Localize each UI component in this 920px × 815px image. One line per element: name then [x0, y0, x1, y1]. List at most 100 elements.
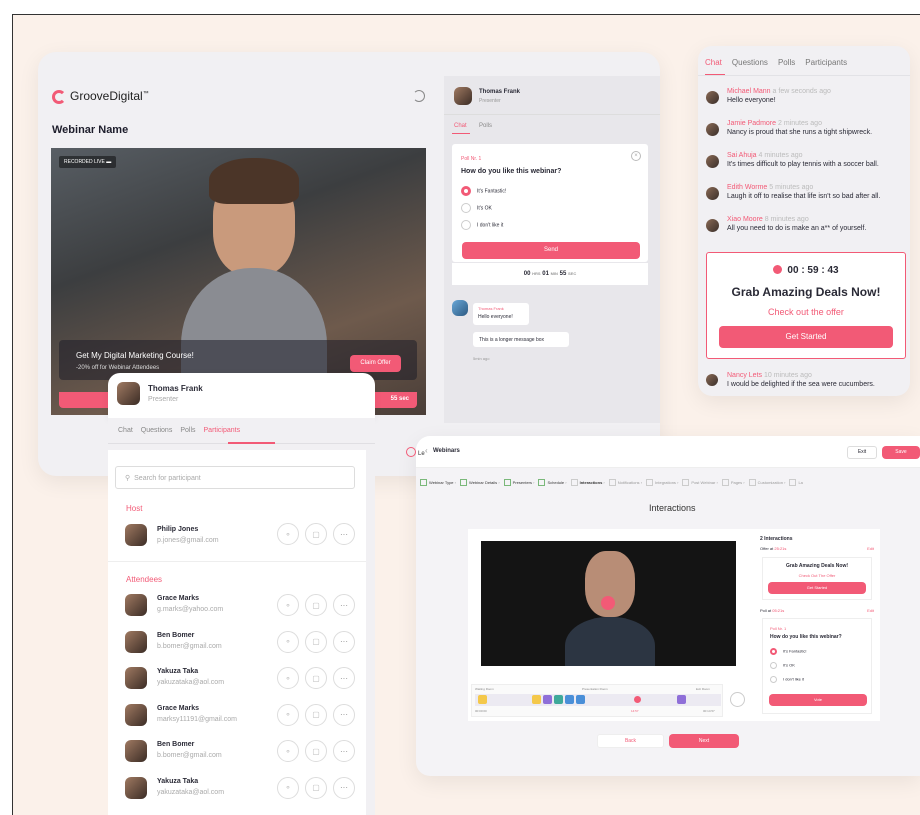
marker-icon[interactable] — [576, 695, 585, 704]
poll-close-icon[interactable]: × — [631, 151, 641, 161]
tab-participants[interactable]: Participants — [204, 427, 241, 434]
tab-chat[interactable]: Chat — [705, 58, 722, 67]
more-options-icon[interactable]: ··· — [333, 630, 355, 653]
camera-icon[interactable]: ▢ — [305, 667, 327, 689]
message-text: Laugh it off to realise that life isn't … — [727, 193, 881, 200]
webinar-title: Webinar Name — [52, 124, 129, 136]
deal-link[interactable]: Check out the offer — [707, 307, 905, 317]
tab-polls[interactable]: Polls — [180, 427, 195, 434]
attendees-label: Attendees — [126, 575, 163, 584]
poll-option-2[interactable]: It's OK — [770, 662, 795, 669]
poll-option-3[interactable]: I don't like it — [770, 676, 804, 683]
participant-email: g.marks@yahoo.com — [157, 606, 224, 613]
offer-link[interactable]: Check Out The Offer — [763, 573, 871, 578]
more-options-icon[interactable]: ··· — [333, 667, 355, 689]
camera-icon[interactable]: ▢ — [305, 594, 327, 616]
mic-icon[interactable]: ⚬ — [277, 667, 299, 689]
step-item[interactable]: Notifications › — [605, 479, 642, 486]
camera-icon[interactable]: ▢ — [305, 776, 327, 799]
camera-icon[interactable]: ▢ — [305, 523, 327, 545]
step-item[interactable]: Post Webinar › — [678, 479, 718, 486]
chat-sender: Thomas Frank — [478, 306, 504, 311]
tab-chat[interactable]: Chat — [454, 123, 467, 129]
poll-send-button[interactable]: Send — [462, 242, 640, 259]
step-item[interactable]: Schedule › — [534, 479, 567, 486]
step-item[interactable]: Interactions › — [567, 479, 605, 486]
tab-polls[interactable]: Polls — [778, 58, 795, 67]
presenter-avatar — [117, 382, 140, 405]
attendee-row: Grace Marks g.marks@yahoo.com ⚬ ▢ ··· — [125, 592, 365, 622]
more-options-icon[interactable]: ··· — [333, 776, 355, 799]
poll-option-1[interactable]: It's Fantastic! — [770, 648, 806, 655]
step-item[interactable]: Customization › — [745, 479, 785, 486]
theme-toggle-icon[interactable] — [413, 90, 425, 102]
radio-selected-icon — [770, 648, 777, 655]
mic-icon[interactable]: ⚬ — [277, 523, 299, 545]
mic-icon[interactable]: ⚬ — [277, 703, 299, 726]
avatar — [125, 630, 147, 653]
timeline-presentation-label: Presentation Room — [582, 687, 608, 691]
message-time: 2 minutes ago — [777, 120, 822, 127]
settings-icon[interactable] — [730, 692, 745, 707]
edit-poll-link[interactable]: Edit — [867, 608, 874, 613]
exit-button[interactable]: Exit — [847, 446, 877, 459]
poll-option-1[interactable]: It's Fantastic! — [461, 186, 506, 196]
leave-icon[interactable] — [406, 447, 416, 457]
marker-icon[interactable] — [554, 695, 563, 704]
marker-icon[interactable] — [478, 695, 487, 704]
more-options-icon[interactable]: ··· — [333, 594, 355, 616]
camera-icon[interactable]: ▢ — [305, 703, 327, 726]
step-item[interactable]: La — [785, 479, 803, 486]
back-button[interactable]: Back — [597, 734, 664, 748]
tab-chat[interactable]: Chat — [118, 427, 133, 434]
participant-email: b.bomer@gmail.com — [157, 642, 222, 650]
back-arrow-icon[interactable]: ‹ — [425, 446, 428, 455]
tab-participants[interactable]: Participants — [805, 58, 847, 67]
playhead-icon[interactable] — [634, 696, 641, 703]
more-options-icon[interactable]: ··· — [333, 740, 355, 762]
more-options-icon[interactable]: ··· — [333, 523, 355, 545]
marker-icon[interactable] — [532, 695, 541, 704]
video-preview[interactable] — [481, 541, 736, 666]
marker-icon[interactable] — [677, 695, 686, 704]
marker-icon[interactable] — [565, 695, 574, 704]
attendee-row: Yakuza Taka yakuzataka@aol.com ⚬ ▢ ··· — [125, 775, 365, 805]
next-button[interactable]: Next — [669, 734, 739, 748]
step-item[interactable]: Presenters › — [500, 479, 534, 486]
camera-icon[interactable]: ▢ — [305, 740, 327, 762]
step-item[interactable]: Integrations › — [642, 479, 678, 486]
tab-questions[interactable]: Questions — [732, 58, 768, 67]
avatar — [706, 155, 719, 168]
presenter-panel: Thomas Frank Presenter Chat Polls × Poll… — [444, 76, 660, 423]
step-item[interactable]: Webinar Details › — [456, 479, 500, 486]
marker-icon[interactable] — [543, 695, 552, 704]
more-options-icon[interactable]: ··· — [333, 703, 355, 726]
message-sender: Nancy Lets — [727, 372, 763, 379]
get-started-button[interactable]: Get Started — [719, 326, 893, 348]
participant-search-input[interactable]: ⚲ Search for participant — [115, 466, 355, 489]
webinars-link[interactable]: Webinars — [433, 448, 460, 454]
edit-offer-link[interactable]: Edit — [867, 546, 874, 551]
offer-get-started-button[interactable]: Get Started — [768, 582, 866, 594]
poll-option-2[interactable]: It's OK — [461, 203, 492, 213]
save-button[interactable]: Save — [882, 446, 920, 459]
step-item[interactable]: Webinar Type › — [416, 479, 456, 486]
mic-icon[interactable]: ⚬ — [277, 776, 299, 799]
mic-icon[interactable]: ⚬ — [277, 594, 299, 616]
poll-card: × Poll Nr. 1 How do you like this webina… — [452, 144, 648, 262]
mic-icon[interactable]: ⚬ — [277, 740, 299, 762]
step-box-icon — [748, 479, 756, 486]
camera-icon[interactable]: ▢ — [305, 630, 327, 653]
tab-questions[interactable]: Questions — [141, 427, 173, 434]
mic-icon[interactable]: ⚬ — [277, 630, 299, 653]
claim-offer-button[interactable]: Claim Offer — [350, 355, 401, 372]
tab-polls[interactable]: Polls — [479, 123, 492, 129]
poll-option-3[interactable]: I don't like it — [461, 220, 503, 230]
step-item[interactable]: Pages › — [718, 479, 745, 486]
timeline[interactable]: Waiting Room Presentation Room Exit Room… — [471, 684, 723, 717]
chat-bubble-2: This is a longer message box — [473, 332, 569, 347]
vote-button[interactable]: Vote — [769, 694, 867, 706]
chat-message: Hello everyone! — [478, 314, 513, 320]
deal-card: 00 : 59 : 43 Grab Amazing Deals Now! Che… — [706, 252, 906, 359]
play-button-icon[interactable] — [601, 596, 615, 610]
